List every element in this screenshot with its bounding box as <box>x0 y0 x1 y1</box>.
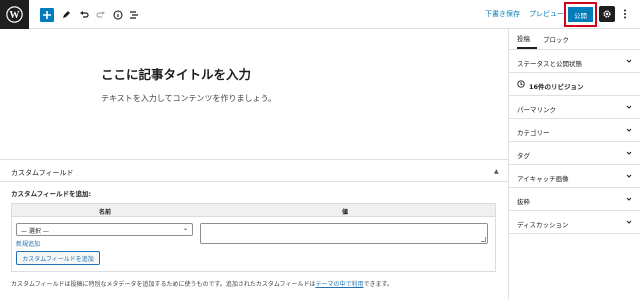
panel-tags-label: タグ <box>517 152 530 160</box>
field-value-textarea[interactable] <box>200 223 488 244</box>
chevron-down-icon <box>626 174 632 178</box>
select-value: — 選択 — <box>21 228 49 235</box>
panel-permalink[interactable]: パーマリンク <box>509 96 640 119</box>
add-custom-field-label: カスタムフィールドを追加: <box>11 190 92 198</box>
redo-icon[interactable] <box>95 6 107 23</box>
post-title-input[interactable]: ここに記事タイトルを入力 <box>101 64 251 83</box>
wordpress-logo-icon[interactable]: W <box>0 0 29 29</box>
save-draft-button[interactable]: 下書き保存 <box>485 9 520 19</box>
panel-featured-image[interactable]: アイキャッチ画像 <box>509 165 640 188</box>
panel-category-label: カテゴリー <box>517 129 550 137</box>
publish-button[interactable]: 公開 <box>568 7 593 22</box>
panel-excerpt-label: 抜粋 <box>517 198 530 206</box>
custom-field-table: 名前 値 — 選択 — ⌄ 新規追加 カスタムフィールドを追加 <box>11 203 496 272</box>
tab-block[interactable]: ブロック <box>543 29 569 49</box>
more-vertical-icon[interactable] <box>620 7 630 21</box>
post-body-placeholder[interactable]: テキストを入力してコンテンツを作りましょう。 <box>101 93 276 104</box>
undo-icon[interactable] <box>78 6 90 23</box>
chevron-down-icon <box>626 105 632 109</box>
panel-discussion-label: ディスカッション <box>517 221 569 229</box>
chevron-down-icon <box>626 197 632 201</box>
note-text-end: できます。 <box>363 281 393 288</box>
custom-fields-panel: カスタムフィールド ▲ カスタムフィールドを追加: 名前 値 — 選択 — ⌄ … <box>0 159 508 300</box>
pencil-icon[interactable] <box>60 6 72 23</box>
custom-fields-note: カスタムフィールドは投稿に特別なメタデータを追加するために使うものです。追加され… <box>11 279 393 288</box>
field-name-select[interactable]: — 選択 — ⌄ <box>16 223 193 236</box>
revisions-clock-icon <box>517 80 525 88</box>
preview-button[interactable]: プレビュー <box>529 9 564 19</box>
settings-sidebar: 投稿 ブロック ステータスと公開状態 16件のリビジョン パーマリンク カテゴリ… <box>508 29 640 300</box>
panel-featured-image-label: アイキャッチ画像 <box>517 175 569 183</box>
column-header-value: 値 <box>342 209 349 216</box>
collapse-caret-icon[interactable]: ▲ <box>494 168 499 175</box>
settings-gear-icon[interactable] <box>599 6 615 22</box>
chevron-down-icon <box>626 151 632 155</box>
revisions-label: 16件のリビジョン <box>529 83 584 91</box>
svg-text:W: W <box>9 10 20 21</box>
panel-status-label: ステータスと公開状態 <box>517 60 582 68</box>
panel-excerpt[interactable]: 抜粋 <box>509 188 640 211</box>
panel-status[interactable]: ステータスと公開状態 <box>509 50 640 73</box>
info-icon[interactable] <box>112 6 124 23</box>
column-header-name: 名前 <box>99 209 112 216</box>
table-header: 名前 値 <box>12 204 495 217</box>
panel-permalink-label: パーマリンク <box>517 106 556 114</box>
chevron-down-icon <box>626 128 632 132</box>
top-toolbar: W 下書き保存 プレビュー 公開 <box>0 0 640 29</box>
panel-category[interactable]: カテゴリー <box>509 119 640 142</box>
add-block-icon[interactable] <box>40 8 54 22</box>
add-custom-field-button[interactable]: カスタムフィールドを追加 <box>16 251 100 265</box>
chevron-down-icon <box>626 220 632 224</box>
panel-discussion[interactable]: ディスカッション <box>509 211 640 234</box>
divider <box>0 181 508 182</box>
chevron-down-icon: ⌄ <box>182 225 188 232</box>
panel-tags[interactable]: タグ <box>509 142 640 165</box>
note-text: カスタムフィールドは投稿に特別なメタデータを追加するために使うものです。追加され… <box>11 281 316 288</box>
tab-post[interactable]: 投稿 <box>517 29 537 49</box>
new-field-link[interactable]: 新規追加 <box>16 239 40 248</box>
panel-revisions[interactable]: 16件のリビジョン <box>509 73 640 96</box>
publish-highlight-box: 公開 <box>564 2 597 27</box>
theme-usage-link[interactable]: テーマの中で利用 <box>315 281 363 288</box>
custom-fields-header[interactable]: カスタムフィールド <box>11 168 73 178</box>
list-view-icon[interactable] <box>128 6 140 23</box>
chevron-down-icon <box>626 59 632 63</box>
